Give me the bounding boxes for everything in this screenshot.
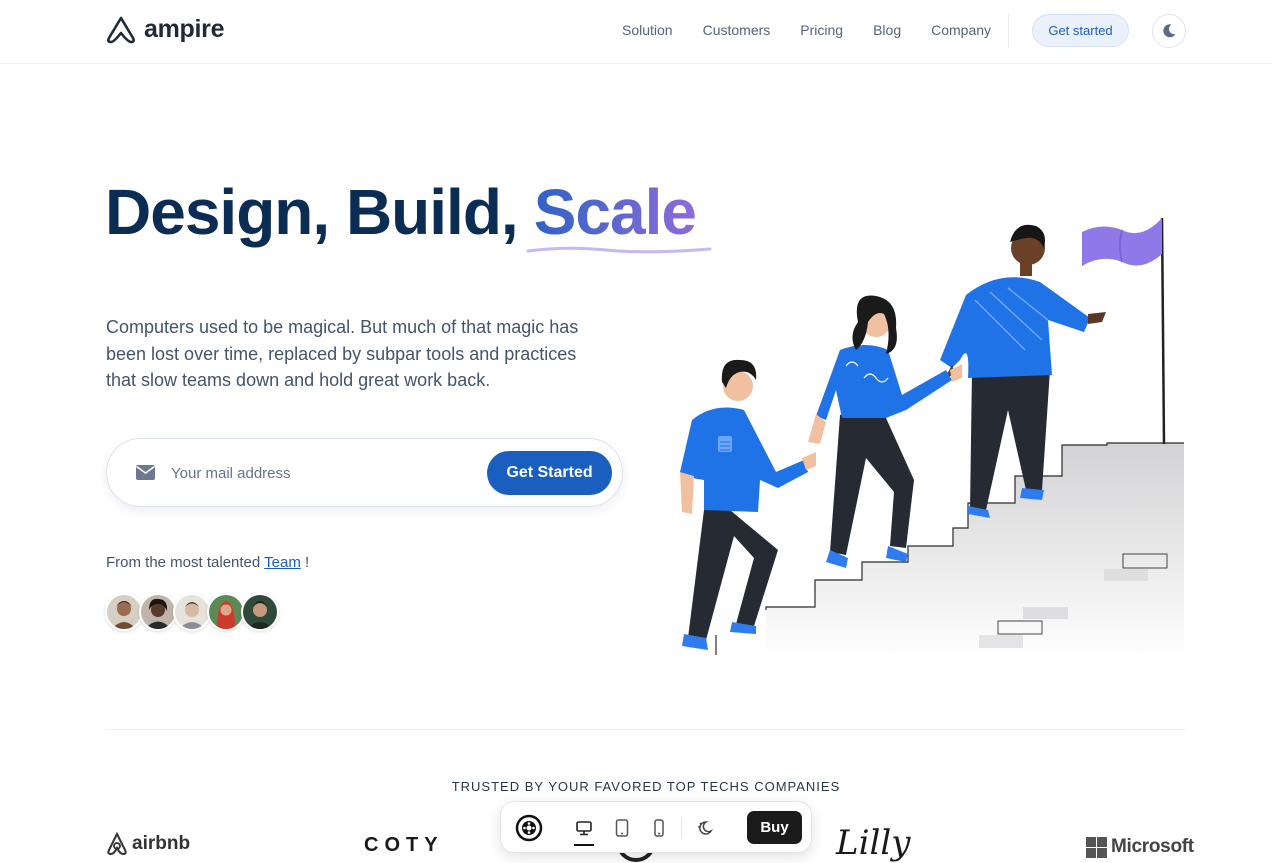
coty-logo: COTY <box>364 834 444 856</box>
microsoft-icon <box>1086 836 1107 858</box>
settings-icon <box>515 814 543 842</box>
mail-icon <box>136 465 155 480</box>
team-credit: From the most talented Team ! <box>106 554 309 571</box>
hero-description: Computers used to be magical. But much o… <box>106 317 579 390</box>
microsoft-logo: Microsoft <box>1086 836 1194 858</box>
avatar[interactable] <box>139 593 177 631</box>
header-get-started-button[interactable]: Get started <box>1032 14 1129 47</box>
desktop-icon <box>576 821 592 836</box>
active-view-indicator <box>574 844 594 846</box>
desktop-view-button[interactable] <box>573 817 595 839</box>
mobile-icon <box>654 819 664 837</box>
hero-title: Design, Build, Scale <box>105 175 697 249</box>
nav-company[interactable]: Company <box>931 22 991 38</box>
avatar[interactable] <box>241 593 279 631</box>
tablet-view-button[interactable] <box>611 817 633 839</box>
main-nav: Solution Customers Pricing Blog Company <box>622 22 991 38</box>
moon-icon <box>1163 24 1176 38</box>
hero-title-main: Design, Build, <box>105 176 519 248</box>
trusted-by-title: TRUSTED BY YOUR FAVORED TOP TECHS COMPAN… <box>451 779 841 794</box>
nav-customers[interactable]: Customers <box>703 22 771 38</box>
airbnb-logo-text: airbnb <box>132 833 191 854</box>
mobile-view-button[interactable] <box>648 817 670 839</box>
nav-pricing[interactable]: Pricing <box>800 22 843 38</box>
brand-name: ampire <box>144 15 225 43</box>
section-divider <box>106 729 1186 730</box>
site-header: ampire Solution Customers Pricing Blog C… <box>0 0 1272 64</box>
airbnb-logo: airbnb <box>106 832 190 856</box>
lilly-logo: Lilly <box>836 823 911 863</box>
nav-solution[interactable]: Solution <box>622 22 673 38</box>
avatar[interactable] <box>173 593 211 631</box>
toolbar-separator <box>681 818 682 838</box>
microsoft-logo-text: Microsoft <box>1111 836 1194 857</box>
avatar[interactable] <box>105 593 143 631</box>
buy-button[interactable]: Buy <box>747 811 802 844</box>
team-credit-text: From the most talented <box>106 554 261 571</box>
brand-logo[interactable]: ampire <box>106 15 224 44</box>
hero-get-started-button[interactable]: Get Started <box>487 451 612 495</box>
nav-divider <box>1008 14 1009 48</box>
email-signup-form: Get Started <box>106 438 623 507</box>
tablet-icon <box>615 819 629 837</box>
airbnb-icon <box>107 832 127 856</box>
settings-button[interactable] <box>515 814 543 842</box>
team-credit-suffix: ! <box>305 554 310 571</box>
theme-preview-button[interactable] <box>694 817 716 839</box>
avatar[interactable] <box>207 593 245 631</box>
nav-blog[interactable]: Blog <box>873 22 901 38</box>
email-input[interactable] <box>171 459 471 487</box>
team-link[interactable]: Team <box>264 554 301 571</box>
ampire-logo-icon <box>107 16 135 43</box>
team-avatars <box>105 593 279 631</box>
preview-toolbar: Buy <box>500 801 812 853</box>
team-climbing-stairs-illustration <box>680 217 1184 660</box>
theme-toggle-button[interactable] <box>1152 14 1186 48</box>
theme-toggle-icon <box>698 821 714 835</box>
